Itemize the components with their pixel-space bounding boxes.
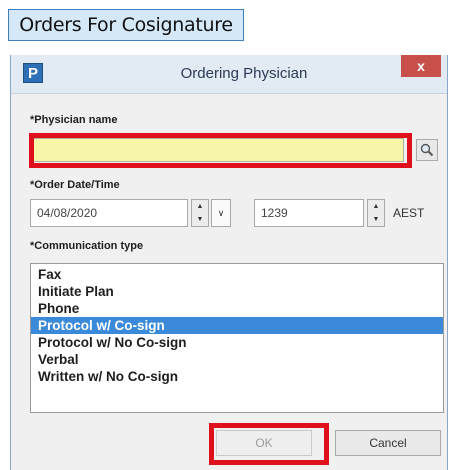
chevron-down-icon: ∨ [217,207,225,218]
timezone-label: AEST [393,206,425,220]
communication-type-label: *Communication type [30,240,144,252]
list-item-verbal[interactable]: Verbal [31,351,443,368]
physician-name-field[interactable] [30,138,404,162]
close-button[interactable]: x [401,55,441,77]
order-date-time-label: *Order Date/Time [30,179,120,191]
order-date-field[interactable]: 04/08/2020 [30,199,188,227]
dialog-titlebar[interactable]: P Ordering Physician x [11,55,447,94]
order-time-field[interactable]: 1239 [254,199,364,227]
date-dropdown-button[interactable]: ∨ [211,199,231,227]
list-item-fax[interactable]: Fax [31,266,443,283]
page-title: Orders For Cosignature [8,9,244,41]
search-icon [420,143,434,157]
list-item-written-no-co-sign[interactable]: Written w/ No Co-sign [31,368,443,385]
ok-button[interactable]: OK [216,430,312,456]
spin-up-icon: ▲ [196,203,204,210]
time-spin-button[interactable]: ▲ ▼ [367,199,385,227]
spin-up-icon: ▲ [372,203,380,210]
list-item-protocol-co-sign[interactable]: Protocol w/ Co-sign [31,317,443,334]
spin-down-icon: ▼ [372,216,380,223]
list-item-phone[interactable]: Phone [31,300,443,317]
list-item-protocol-no-co-sign[interactable]: Protocol w/ No Co-sign [31,334,443,351]
cancel-button[interactable]: Cancel [335,430,441,456]
dialog-title: Ordering Physician [180,65,308,82]
communication-type-list[interactable]: Fax Initiate Plan Phone Protocol w/ Co-s… [30,263,444,413]
list-item-initiate-plan[interactable]: Initiate Plan [31,283,443,300]
physician-search-button[interactable] [416,139,438,161]
close-icon: x [417,58,425,74]
spin-down-icon: ▼ [196,216,204,223]
physician-name-label: *Physician name [30,114,118,126]
date-spin-button[interactable]: ▲ ▼ [191,199,209,227]
